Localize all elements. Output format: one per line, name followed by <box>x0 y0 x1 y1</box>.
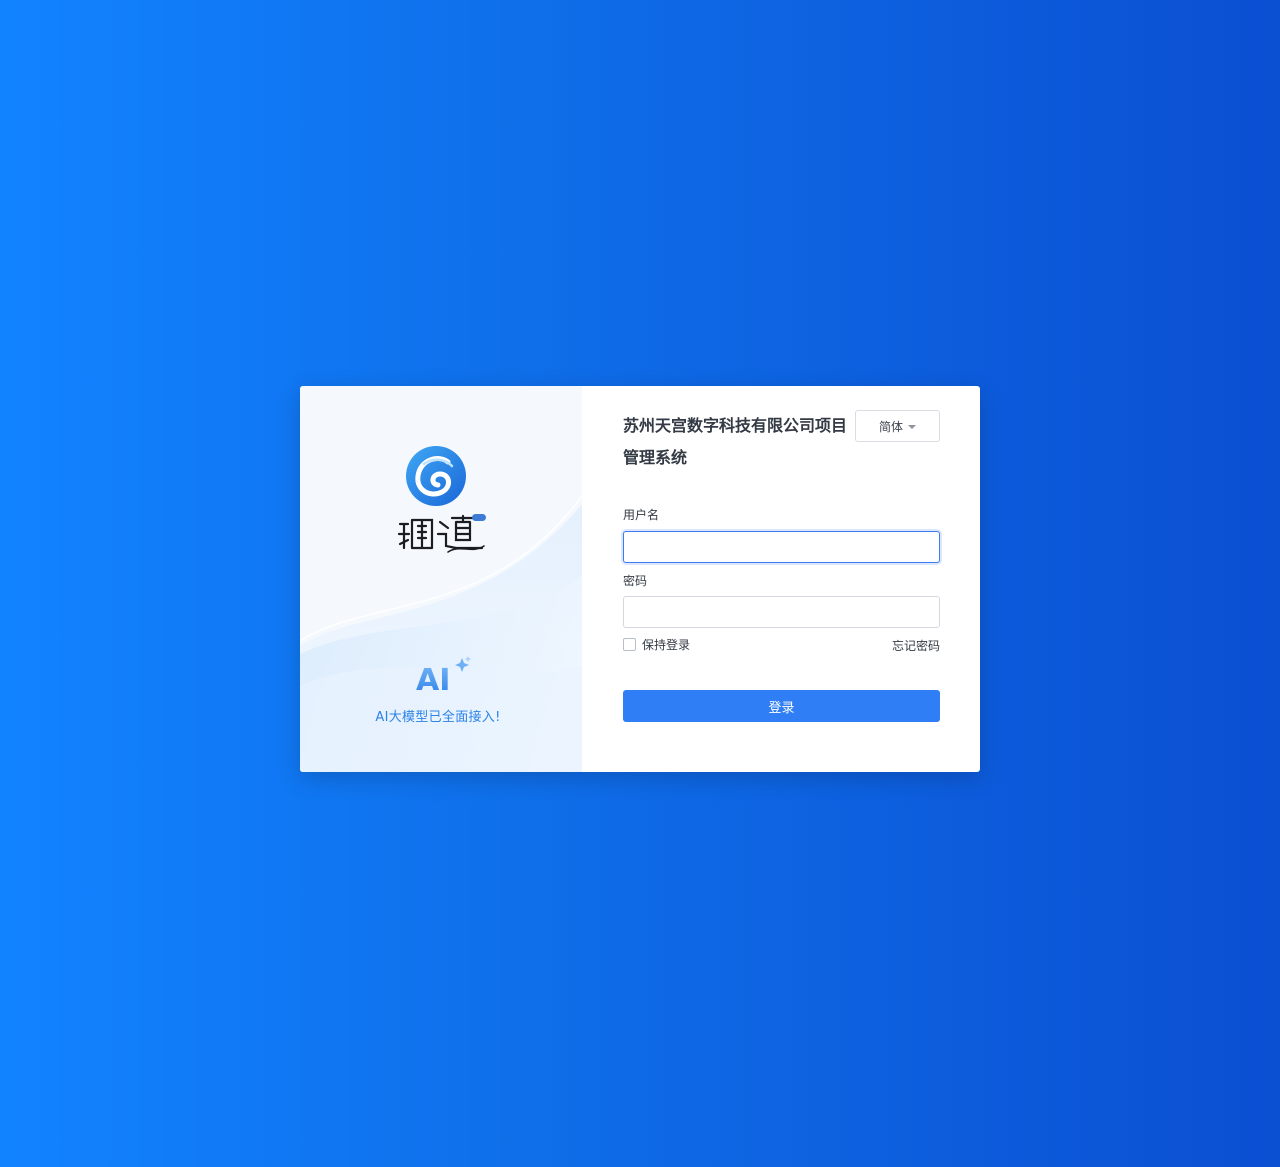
language-select[interactable]: 简体 <box>855 410 940 442</box>
password-label: 密码 <box>623 574 648 588</box>
keep-login-option[interactable]: 保持登录 <box>623 636 690 653</box>
keep-login-checkbox[interactable] <box>623 638 636 651</box>
chevron-down-icon <box>908 424 916 429</box>
page-title: 苏州天宫数字科技有限公司项目管理系统 <box>623 416 848 467</box>
zentao-wordmark-icon <box>397 514 486 553</box>
login-card: AI AI大模型已全面接入! 苏州天宫数字科技有限公司项目管理系统 简体 用户名… <box>300 386 980 772</box>
branding-panel: AI AI大模型已全面接入! <box>300 386 582 772</box>
ai-badge: AI <box>414 654 472 698</box>
login-form-panel: 苏州天宫数字科技有限公司项目管理系统 简体 用户名 密码 保持登录 忘记密码 登… <box>582 386 980 772</box>
username-input[interactable] <box>623 531 940 563</box>
password-input[interactable] <box>623 596 940 628</box>
svg-text:AI: AI <box>416 663 450 694</box>
ai-tagline: AI大模型已全面接入! <box>375 710 501 725</box>
forgot-password-link[interactable]: 忘记密码 <box>882 637 940 654</box>
ai-sparkle-icon: AI <box>416 656 471 698</box>
language-label: 简体 <box>878 419 903 434</box>
keep-login-label: 保持登录 <box>642 638 691 652</box>
zentao-logo-icon <box>406 446 466 506</box>
username-label: 用户名 <box>623 508 660 522</box>
login-button[interactable]: 登录 <box>623 690 940 722</box>
